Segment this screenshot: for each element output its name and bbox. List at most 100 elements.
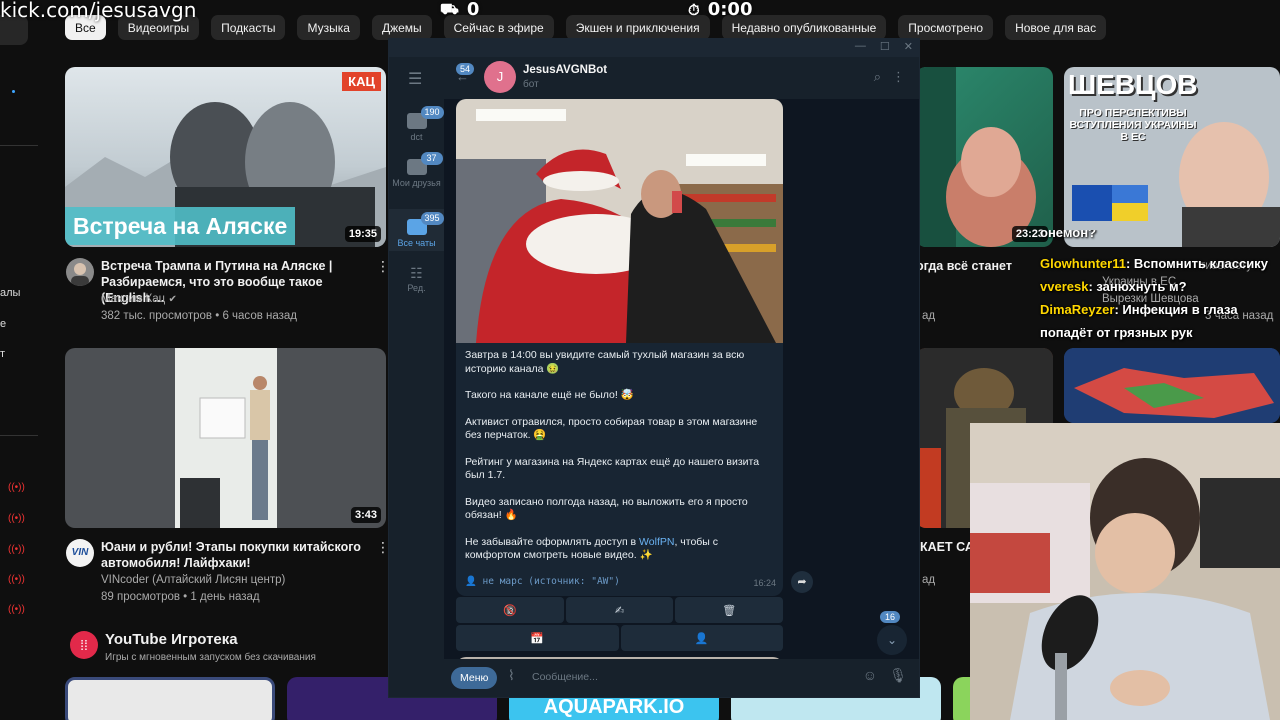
- inline-keyboard-row: 📅 👤: [456, 625, 783, 651]
- live-icon[interactable]: ((•)): [8, 482, 25, 493]
- chat-status: бот: [523, 79, 539, 90]
- chat-line: Glowhunter11: Вспомнить классику: [1040, 256, 1268, 271]
- bot-avatar[interactable]: J: [484, 61, 516, 93]
- live-icon[interactable]: ((•)): [8, 544, 25, 555]
- thumbnail-art: [1064, 348, 1280, 423]
- yt-sidebar: алы е т ((•)) ((•)) ((•)) ((•)) ((•)): [0, 15, 38, 720]
- webcam-feed: [970, 423, 1280, 720]
- chip-jams[interactable]: Джемы: [371, 15, 432, 40]
- playables-icon: ⁞⁞: [70, 631, 98, 659]
- kb-button-delete[interactable]: 🗑: [675, 597, 784, 623]
- thumbnail-art: [1072, 122, 1280, 247]
- chip-new[interactable]: Новое для вас: [1005, 15, 1107, 40]
- chat-line: vveresk: занюхнуть м?: [1040, 279, 1187, 294]
- chip-music[interactable]: Музыка: [297, 15, 360, 40]
- more-icon[interactable]: ⋮: [376, 259, 390, 273]
- minimize-icon[interactable]: —: [855, 40, 866, 53]
- inline-keyboard-row: 🔞 ✍ 🗑: [456, 597, 784, 623]
- kb-button-calendar[interactable]: 📅: [456, 625, 619, 651]
- message-bubble: Завтра в 14:00 вы увидите самый тухлый м…: [456, 99, 783, 596]
- unread-badge: 190: [420, 106, 444, 119]
- maximize-icon[interactable]: ☐: [880, 40, 890, 53]
- stopwatch-icon: ⏱: [688, 0, 700, 19]
- thumbnail-art: [916, 67, 1036, 247]
- thumbnail-art: [175, 348, 277, 528]
- screen: kick.com/jesusavgn ⛟ 0 ⏱ 0:00 Все Видеоигр…: [0, 0, 1280, 720]
- stream-chat: онемон? Glowhunter11: Вспомнить классику…: [1040, 230, 1280, 344]
- share-icon[interactable]: ➦: [791, 571, 813, 593]
- hamburger-icon[interactable]: ☰: [408, 69, 422, 89]
- live-icon[interactable]: ((•)): [8, 574, 25, 585]
- video-title-fragment[interactable]: КАЕТ СА: [920, 539, 974, 555]
- verified-icon: ✔: [168, 294, 177, 305]
- sidebar-frag: алы: [0, 287, 21, 299]
- folder-rail: ☰ 190 dct 37 Мои друзья 395 Все чаты ☷ Р…: [389, 57, 444, 697]
- channel-name[interactable]: VINcoder (Алтайский Лисян центр): [101, 572, 285, 589]
- folder-dct[interactable]: 190 dct: [389, 106, 444, 143]
- video-title[interactable]: Юани и рубли! Этапы покупки китайского а…: [101, 539, 371, 571]
- game-tile[interactable]: [65, 677, 275, 720]
- search-icon[interactable]: ⌕: [874, 69, 881, 85]
- video-thumbnail[interactable]: КАЦ Встреча на Аляске 19:35: [65, 67, 386, 247]
- video-thumbnail[interactable]: [1064, 348, 1280, 423]
- unread-badge: 54: [456, 63, 475, 75]
- section-title[interactable]: YouTube Игротека: [105, 631, 238, 648]
- video-meta-fragment: ад: [922, 574, 936, 586]
- sliders-icon: ☷: [410, 265, 423, 281]
- chip-podcasts[interactable]: Подкасты: [211, 15, 286, 40]
- chat-bubble-icon: 395: [406, 212, 444, 235]
- video-meta-fragment: ад: [922, 310, 936, 322]
- sidebar-frag: т: [0, 348, 6, 360]
- chip-watched[interactable]: Просмотрено: [898, 15, 994, 40]
- channel-name[interactable]: Максим Кац ✔: [101, 291, 177, 308]
- channel-avatar[interactable]: [66, 258, 94, 286]
- emoji-icon[interactable]: ☺: [863, 667, 877, 683]
- live-icon[interactable]: ((•)): [8, 604, 25, 615]
- video-thumbnail[interactable]: ШЕВЦОВ ПРО ПЕРСПЕКТИВЫ ВСТУПЛЕНИЯ УКРАИН…: [1064, 67, 1280, 247]
- live-icon[interactable]: ((•)): [8, 513, 25, 524]
- sidebar-frag: е: [0, 318, 7, 330]
- stream-url: kick.com/jesusavgn: [0, 0, 197, 22]
- vin-logo: VIN: [71, 547, 89, 558]
- paperclip-icon[interactable]: ⌇: [508, 667, 515, 684]
- channel-badge: КАЦ: [342, 72, 381, 91]
- video-title-fragment[interactable]: огда всё станет: [916, 258, 1012, 274]
- kb-button-write[interactable]: ✍: [565, 597, 674, 623]
- message-photo[interactable]: [456, 99, 783, 343]
- folder-friends[interactable]: 37 Мои друзья: [389, 152, 444, 199]
- video-thumbnail[interactable]: 3:43: [65, 348, 386, 528]
- chat-header: ← 54 J JesusAVGNBot бот ⌕ ⋮: [444, 57, 919, 99]
- more-icon[interactable]: ⋮: [376, 540, 390, 554]
- close-icon[interactable]: ✕: [904, 40, 913, 53]
- folder-all-chats[interactable]: 395 Все чаты: [389, 209, 444, 251]
- chat-title[interactable]: JesusAVGNBot: [523, 64, 607, 76]
- thumb-caption: Встреча на Аляске: [65, 207, 296, 245]
- microphone-icon[interactable]: 🎙: [889, 667, 907, 684]
- channel-avatar[interactable]: VIN: [66, 539, 94, 567]
- message-input[interactable]: [532, 665, 832, 689]
- kb-button-adult[interactable]: 🔞: [456, 597, 564, 623]
- avatar-art: [71, 263, 89, 286]
- bot-menu-button[interactable]: Меню: [451, 667, 498, 689]
- folder-edit[interactable]: ☷ Ред.: [389, 263, 444, 299]
- kb-button-profile[interactable]: 👤: [620, 625, 783, 651]
- viewer-counter: ⛟ 0: [440, 0, 480, 20]
- duration-badge: 3:43: [350, 507, 381, 523]
- message-list: Завтра в 14:00 вы увидите самый тухлый м…: [444, 99, 919, 659]
- folder-icon: 37: [406, 152, 443, 175]
- more-icon[interactable]: ⋮: [892, 69, 905, 85]
- new-dot: [12, 90, 15, 93]
- divider: [0, 435, 38, 436]
- video-meta: 382 тыс. просмотров • 6 часов назад: [101, 310, 298, 322]
- wolfpn-link[interactable]: WolfPN: [639, 536, 674, 548]
- unread-badge: 37: [420, 152, 443, 165]
- telegram-window: — ☐ ✕ ☰ 190 dct 37 Мои друзья 395 Все ча…: [388, 38, 920, 698]
- chat-line: DimaReyzer: Инфекция в глаза попадёт от …: [1040, 302, 1238, 340]
- unread-badge: 16: [879, 611, 900, 623]
- scroll-down-icon[interactable]: ⌄: [877, 625, 907, 655]
- video-thumbnail[interactable]: 23:23: [916, 67, 1053, 247]
- message-time: 16:24: [753, 577, 776, 588]
- divider: [0, 145, 38, 146]
- thumbnail-figure: [180, 376, 270, 528]
- message-signature: 👤 не марс (источник: "AW") 16:24: [465, 575, 776, 588]
